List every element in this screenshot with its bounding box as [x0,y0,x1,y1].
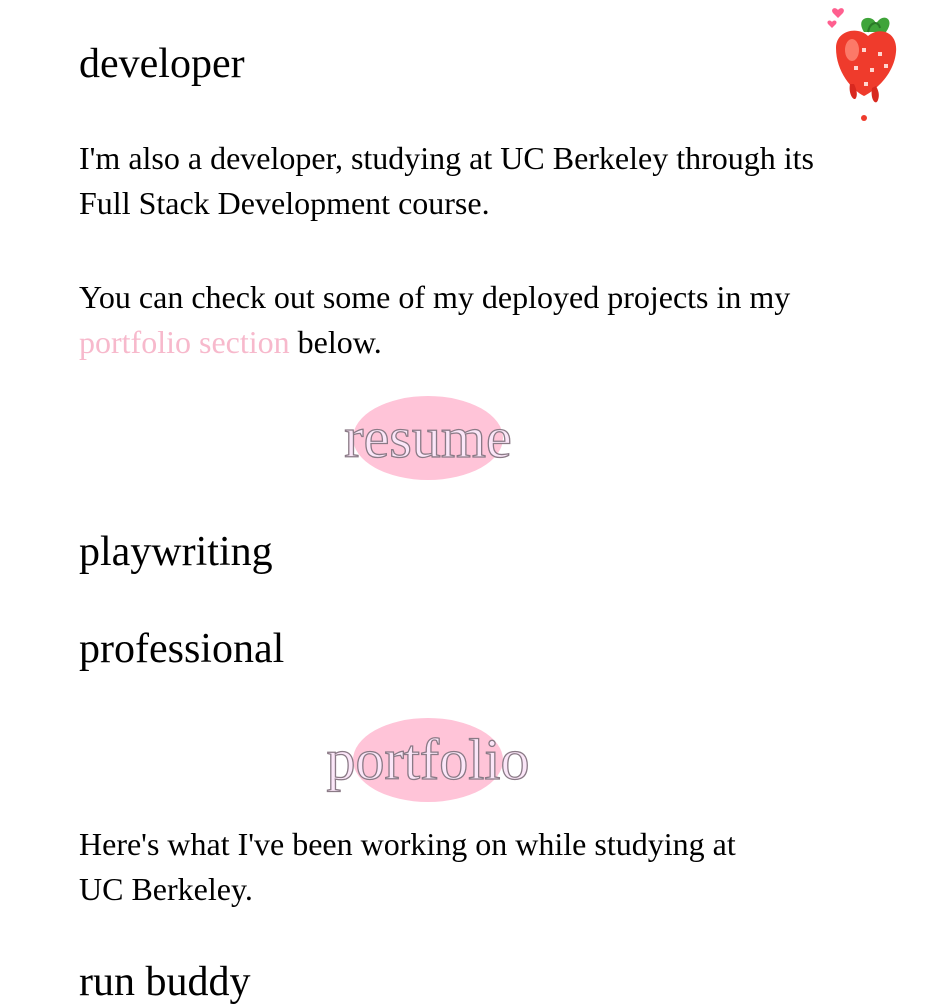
professional-heading: professional [79,626,285,672]
developer-heading: developer [79,41,245,87]
portfolio-badge-label: portfolio [326,727,530,792]
run-buddy-heading: run buddy [79,959,251,1005]
portfolio-section-link[interactable]: portfolio section [79,324,290,360]
resume-badge-label: resume [344,405,513,470]
developer-paragraph-2-text-before: You can check out some of my deployed pr… [79,279,791,315]
playwriting-heading: playwriting [79,529,273,575]
developer-paragraph-2-text-after: below. [289,324,382,360]
developer-paragraph-2: You can check out some of my deployed pr… [79,275,859,365]
portfolio-badge[interactable]: portfolio [278,718,578,808]
developer-paragraph-1: I'm also a developer, studying at UC Ber… [79,140,814,221]
strawberry-icon [827,8,897,121]
resume-badge[interactable]: resume [278,396,578,486]
portfolio-paragraph: Here's what I've been working on while s… [79,826,736,907]
